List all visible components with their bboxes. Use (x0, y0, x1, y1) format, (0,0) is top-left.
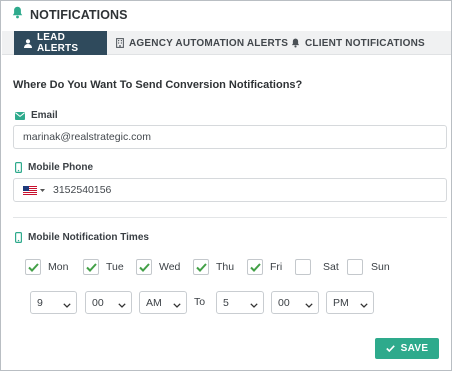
day-label: Tue (106, 261, 124, 273)
mobile-icon (15, 232, 22, 243)
notification-times-label-text: Mobile Notification Times (28, 232, 149, 243)
select-value: 9 (37, 296, 43, 309)
panel-header: NOTIFICATIONS (12, 6, 128, 24)
chevron-down-icon (360, 299, 368, 311)
day-label: Sun (371, 261, 390, 273)
notification-times-label: Mobile Notification Times (15, 232, 149, 243)
day-checkbox-mon[interactable]: Mon (25, 259, 68, 275)
mobile-phone-label: Mobile Phone (15, 162, 93, 173)
chevron-down-icon (63, 299, 71, 311)
user-icon (24, 38, 32, 48)
bell-icon (291, 38, 300, 48)
checkbox[interactable] (83, 259, 99, 275)
email-value: marinak@realstrategic.com (23, 131, 151, 143)
day-label: Fri (270, 261, 283, 273)
email-label-text: Email (31, 110, 58, 121)
check-icon (27, 262, 39, 272)
tab-lead-alerts[interactable]: LEAD ALERTS (14, 31, 107, 55)
notifications-panel: NOTIFICATIONS LEAD ALERTS AGENCY AUTOMAT… (0, 0, 452, 371)
mobile-phone-label-text: Mobile Phone (28, 162, 93, 173)
mobile-icon (15, 162, 22, 173)
country-selector[interactable] (23, 185, 45, 195)
tab-agency-automation-alerts[interactable]: AGENCY AUTOMATION ALERTS (116, 31, 288, 55)
mobile-phone-field[interactable]: 3152540156 (13, 178, 447, 202)
day-checkbox-sat[interactable]: Sat (295, 259, 339, 275)
day-checkbox-sun[interactable]: Sun (347, 259, 390, 275)
page-title: NOTIFICATIONS (30, 8, 128, 22)
check-icon (195, 262, 207, 272)
day-checkbox-thu[interactable]: Thu (193, 259, 234, 275)
from-ampm-select[interactable]: AM (139, 291, 187, 314)
to-hour-select[interactable]: 5 (216, 291, 264, 314)
day-label: Sat (323, 261, 339, 273)
day-checkbox-fri[interactable]: Fri (247, 259, 282, 275)
check-icon (138, 262, 150, 272)
building-icon (116, 38, 124, 48)
select-value: AM (146, 296, 162, 309)
us-flag-icon (23, 185, 37, 195)
from-minute-select[interactable]: 00 (85, 291, 132, 314)
day-checkbox-wed[interactable]: Wed (136, 259, 180, 275)
to-label: To (194, 296, 206, 308)
section-heading: Where Do You Want To Send Conversion Not… (13, 79, 303, 91)
select-value: 00 (92, 296, 104, 309)
tab-bar: LEAD ALERTS AGENCY AUTOMATION ALERTS CLI… (2, 31, 451, 55)
checkbox[interactable] (347, 259, 363, 275)
email-label: Email (15, 110, 58, 121)
checkbox[interactable] (136, 259, 152, 275)
select-value: 00 (278, 296, 290, 309)
to-minute-select[interactable]: 00 (271, 291, 319, 314)
phone-value: 3152540156 (53, 184, 112, 196)
divider (13, 217, 447, 218)
bell-icon (12, 6, 23, 24)
to-ampm-select[interactable]: PM (326, 291, 374, 314)
day-checkbox-tue[interactable]: Tue (83, 259, 124, 275)
tab-label: LEAD ALERTS (37, 32, 79, 54)
checkbox[interactable] (295, 259, 311, 275)
save-label: SAVE (400, 343, 429, 354)
day-label: Mon (48, 261, 69, 273)
checkbox[interactable] (193, 259, 209, 275)
tab-label: AGENCY AUTOMATION ALERTS (129, 37, 289, 49)
chevron-down-icon (305, 299, 313, 311)
select-value: PM (333, 296, 349, 309)
tab-client-notifications[interactable]: CLIENT NOTIFICATIONS (291, 31, 425, 55)
check-icon (249, 262, 261, 272)
chevron-down-icon (118, 299, 126, 311)
check-icon (85, 262, 97, 272)
day-label: Thu (216, 261, 235, 273)
chevron-down-icon (173, 299, 181, 311)
caret-down-icon (40, 188, 45, 192)
save-button[interactable]: SAVE (375, 338, 439, 359)
from-hour-select[interactable]: 9 (30, 291, 77, 314)
checkbox[interactable] (247, 259, 263, 275)
select-value: 5 (223, 296, 229, 309)
envelope-icon (15, 111, 25, 120)
day-label: Wed (159, 261, 181, 273)
tab-label: CLIENT NOTIFICATIONS (305, 37, 425, 49)
email-field[interactable]: marinak@realstrategic.com (13, 125, 447, 149)
check-icon (385, 345, 395, 352)
chevron-down-icon (250, 299, 258, 311)
checkbox[interactable] (25, 259, 41, 275)
